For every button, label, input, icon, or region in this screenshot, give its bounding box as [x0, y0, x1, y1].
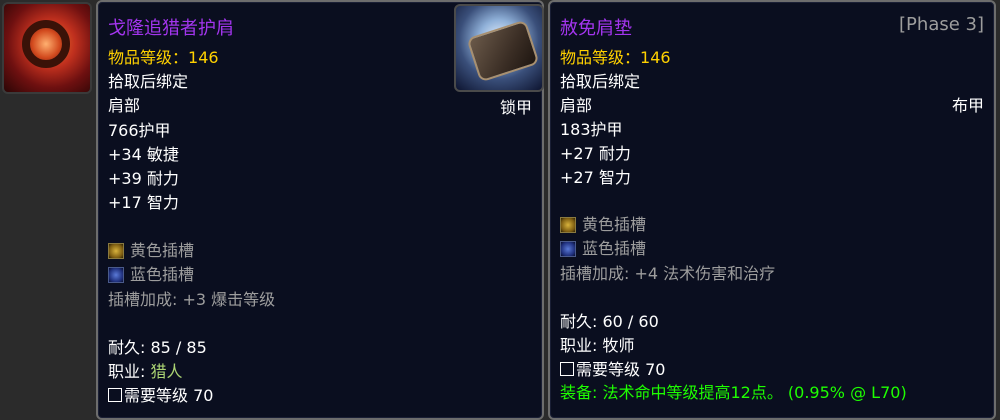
left-item-icon[interactable] — [2, 2, 92, 94]
yellow-socket-icon — [108, 243, 124, 259]
bind-type: 拾取后绑定 — [560, 72, 641, 91]
level-requirement: 需要等级 70 — [108, 382, 213, 406]
checkbox-icon — [108, 388, 122, 402]
level-requirement: 需要等级 70 — [560, 356, 665, 380]
socket-bonus: 插槽加成: +4 法术伤害和治疗 — [560, 264, 776, 283]
shoulder-armor-red-icon — [22, 20, 70, 68]
right-item-tooltip: 赦免肩垫 [Phase 3] 物品等级：146 拾取后绑定 肩部 布甲 183护… — [548, 0, 996, 420]
durability: 耐久: 85 / 85 — [108, 338, 207, 357]
armor-value: 183护甲 — [560, 120, 623, 139]
item-slot: 肩部 — [108, 96, 141, 115]
shoulder-pad-blue-icon — [466, 19, 540, 83]
equip-effect: 装备: 法术命中等级提高12点。 (0.95% @ L70) — [560, 383, 907, 402]
armor-value: 766护甲 — [108, 121, 171, 140]
socket-bonus: 插槽加成: +3 爆击等级 — [108, 290, 276, 309]
stat-line: +27 智力 — [560, 168, 631, 187]
armor-type: 锁甲 — [499, 98, 532, 117]
stat-line: +27 耐力 — [560, 144, 631, 163]
right-item-icon[interactable] — [454, 4, 544, 92]
bind-type: 拾取后绑定 — [108, 72, 189, 91]
class-requirement: 职业: 猎人 — [108, 362, 183, 381]
item-slot: 肩部 — [560, 96, 593, 115]
socket-yellow: 黄色插槽 — [560, 211, 646, 235]
item-name: 戈隆追猎者护肩 — [108, 18, 234, 39]
stat-line: +17 智力 — [108, 193, 179, 212]
socket-blue: 蓝色插槽 — [560, 235, 646, 259]
durability: 耐久: 60 / 60 — [560, 312, 659, 331]
item-name: 赦免肩垫 — [560, 18, 632, 39]
item-level-label: 物品等级： — [560, 48, 641, 67]
item-level-value: 146 — [640, 48, 671, 67]
checkbox-icon — [560, 362, 574, 376]
item-level: 物品等级：146 — [560, 44, 671, 68]
blue-socket-icon — [108, 267, 124, 283]
item-level-value: 146 — [188, 48, 219, 67]
class-requirement: 职业: 牧师 — [560, 336, 635, 355]
stat-line: +39 耐力 — [108, 169, 179, 188]
item-level-label: 物品等级： — [108, 48, 189, 67]
blue-socket-icon — [560, 241, 576, 257]
socket-blue: 蓝色插槽 — [108, 261, 194, 285]
yellow-socket-icon — [560, 217, 576, 233]
phase-label: [Phase 3] — [899, 14, 984, 35]
armor-type: 布甲 — [951, 96, 984, 115]
socket-yellow: 黄色插槽 — [108, 237, 194, 261]
stat-line: +34 敏捷 — [108, 145, 179, 164]
item-level: 物品等级：146 — [108, 44, 219, 68]
